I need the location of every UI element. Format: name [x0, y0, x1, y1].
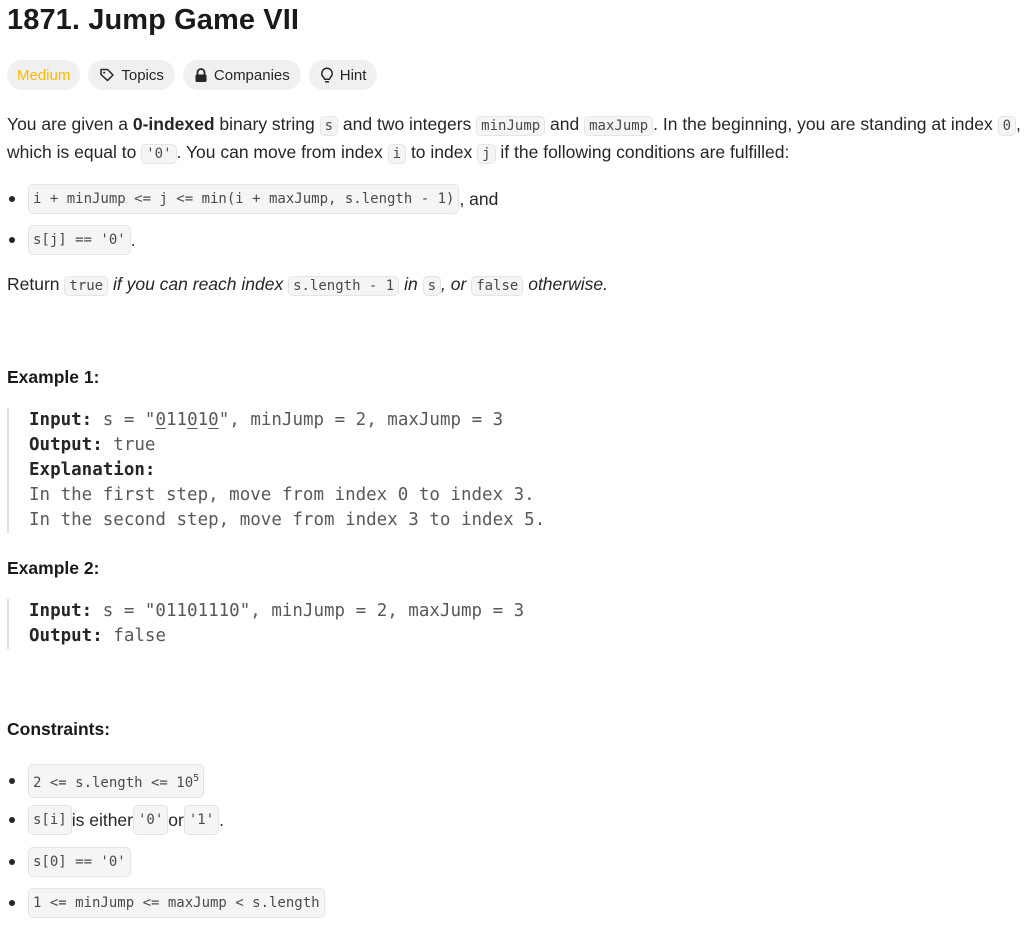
text: false [102, 626, 166, 646]
text: 2 <= s.length <= 10 [33, 775, 194, 791]
text: if the following conditions are fulfille… [495, 142, 790, 162]
inline-code: '0' [141, 144, 177, 164]
constraint-item: s[0] == '0' [7, 847, 131, 877]
condition-item: s[j] == '0'. [7, 225, 136, 255]
tag-icon [99, 67, 115, 83]
difficulty-badge: Medium [7, 60, 81, 90]
text: is either [71, 810, 133, 830]
text: 1 [197, 410, 209, 430]
inline-code: true [64, 276, 109, 296]
inline-code: s.length - 1 [288, 276, 400, 296]
example-2-heading: Example 2: [7, 558, 100, 578]
problem-page: 1871. Jump Game VII Medium Topics Compan… [0, 0, 1030, 928]
inline-code: maxJump [584, 116, 654, 136]
text: s = " [92, 410, 156, 430]
bullet-dot [9, 196, 15, 202]
text: . In the beginning, you are standing at … [653, 114, 998, 134]
text: You are given a [7, 114, 133, 134]
underlined-char: 0 [155, 410, 166, 430]
text: . You can move from index [176, 142, 388, 162]
underlined-char: 0 [208, 410, 219, 430]
hint-label: Hint [339, 66, 367, 84]
bullet-dot [9, 817, 15, 823]
lightbulb-icon [320, 66, 334, 84]
bullet-dot [9, 237, 15, 243]
inline-code: i + minJump <= j <= min(i + maxJump, s.l… [28, 184, 460, 214]
example-1-input: Input: s = "011010", minJump = 2, maxJum… [29, 408, 589, 433]
inline-code: '0' [133, 805, 169, 835]
text: s = "01101110", minJump = 2, maxJump = 3 [92, 601, 525, 621]
text: and [545, 114, 585, 134]
input-label: Input: [29, 410, 93, 430]
text: Return [7, 274, 65, 294]
example-2-output: Output: false [29, 624, 589, 649]
example-2-block: Input: s = "01101110", minJump = 2, maxJ… [7, 599, 589, 649]
topics-label: Topics [121, 66, 164, 84]
text: . [130, 230, 136, 250]
inline-code: s[i] [28, 805, 72, 835]
underlined-char: 0 [187, 410, 198, 430]
inline-code: '1' [183, 805, 220, 835]
constraint-item: s[i] is either '0' or '1'. [7, 805, 224, 835]
inline-code: 1 <= minJump <= maxJump < s.length [28, 888, 325, 918]
example-1-explanation-label: Explanation: [29, 458, 589, 483]
bullet-dot [9, 900, 15, 906]
inline-code: s[0] == '0' [28, 847, 131, 877]
constraints-heading: Constraints: [7, 719, 111, 739]
bullet-dot [9, 859, 15, 865]
bullet-dot [9, 778, 15, 784]
superscript: 5 [193, 773, 200, 784]
output-label: Output: [29, 435, 103, 455]
inline-code: minJump [476, 116, 546, 136]
constraint-item: 2 <= s.length <= 105 [7, 764, 205, 798]
italic-text: , or [441, 274, 472, 294]
example-1-output: Output: true [29, 433, 589, 458]
hint-button[interactable]: Hint [308, 60, 378, 90]
bold-text: 0-indexed [132, 114, 215, 134]
inline-code: j [477, 144, 496, 164]
italic-text: otherwise. [523, 274, 608, 294]
inline-code: s[j] == '0' [28, 225, 131, 255]
companies-label: Companies [213, 66, 290, 84]
text: binary string [214, 114, 320, 134]
constraint-item: 1 <= minJump <= maxJump < s.length [7, 888, 325, 918]
text: 1 [165, 410, 177, 430]
example-2-input: Input: s = "01101110", minJump = 2, maxJ… [29, 599, 589, 624]
text: which is equal to [7, 142, 142, 162]
inline-code: s [422, 276, 442, 296]
inline-code: 0 [997, 116, 1016, 136]
italic-text: if you can reach index [108, 274, 289, 294]
companies-button[interactable]: Companies [182, 60, 301, 90]
example-1-explanation-line: In the first step, move from index 0 to … [29, 485, 535, 505]
text: to index [406, 142, 478, 162]
condition-item: i + minJump <= j <= min(i + maxJump, s.l… [7, 184, 498, 214]
problem-title: 1871. Jump Game VII [7, 4, 300, 36]
badge-row: Medium Topics Companies Hint [7, 60, 378, 90]
example-1-explanation-line: In the second step, move from index 3 to… [29, 510, 546, 530]
example-1-heading: Example 1: [7, 367, 100, 387]
inline-code: s [319, 116, 339, 136]
example-1-block: Input: s = "011010", minJump = 2, maxJum… [7, 408, 589, 533]
italic-text: in [399, 274, 423, 294]
text: 1 [176, 410, 188, 430]
inline-code: 2 <= s.length <= 105 [28, 764, 205, 798]
text: and two integers [338, 114, 477, 134]
inline-code: i [387, 144, 407, 164]
text: . [219, 810, 225, 830]
explanation-label: Explanation: [29, 460, 156, 480]
lock-icon [194, 67, 208, 83]
topics-button[interactable]: Topics [88, 60, 175, 90]
text: , [1016, 114, 1021, 134]
text: or [168, 810, 184, 830]
description-paragraph: You are given a 0-indexed binary string … [7, 111, 1021, 167]
input-label: Input: [29, 601, 93, 621]
inline-code: false [471, 276, 524, 296]
return-paragraph: Return true if you can reach index s.len… [7, 271, 608, 299]
text: ", minJump = 2, maxJump = 3 [218, 410, 504, 430]
text: true [102, 435, 156, 455]
text: , and [459, 189, 499, 209]
output-label: Output: [29, 626, 103, 646]
